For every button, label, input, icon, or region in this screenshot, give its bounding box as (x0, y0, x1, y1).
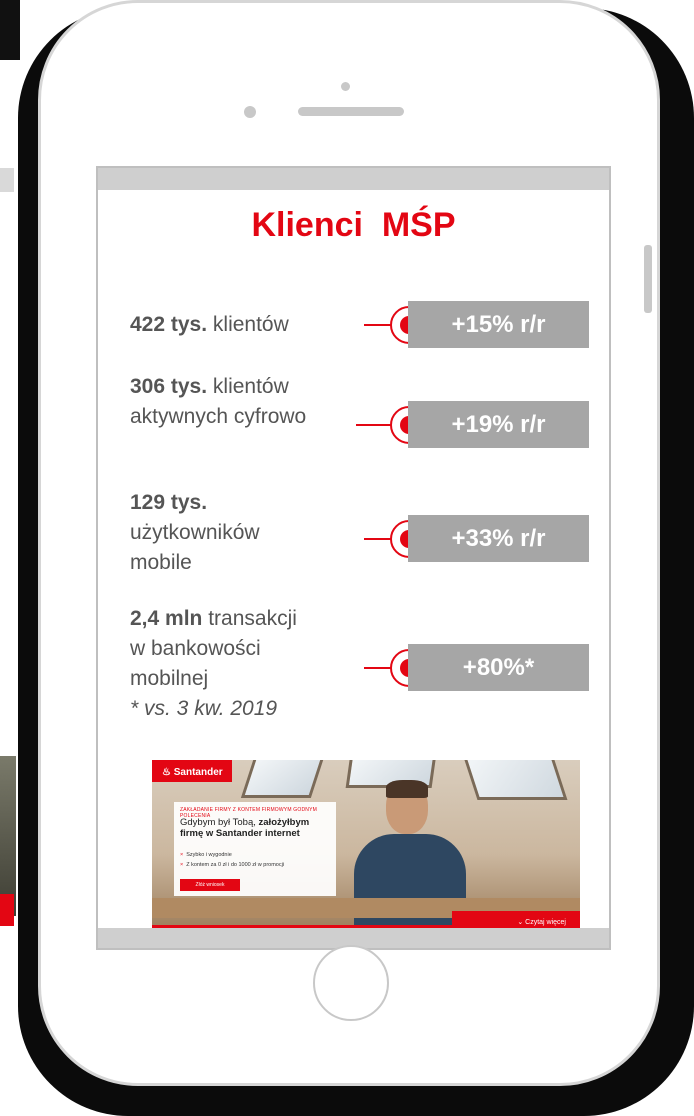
stat-mobile-users: 129 tys. użytkowników mobile (130, 488, 260, 578)
ad-headline-regular: Gdybym był Tobą, (180, 817, 259, 828)
stat-mobile-change: +33% r/r (451, 525, 546, 552)
background-fragment-top (0, 0, 20, 60)
flame-icon: ♨ (162, 767, 171, 778)
stat-mobile-value: 129 tys. (130, 491, 208, 514)
ad-read-more-text: Czytaj więcej (525, 919, 566, 926)
page-title: Klienci MŚP (251, 206, 456, 244)
bullet-x-icon: × (180, 862, 184, 868)
stat-clients-value: 422 tys. (130, 313, 208, 336)
stat-clients-label: klientów (207, 313, 289, 336)
ad-photo-hair (386, 780, 428, 798)
stat-digital-change: +19% r/r (451, 411, 546, 438)
ad-headline: Gdybym był Tobą, założyłbym firmę w Santa… (180, 817, 336, 839)
side-button[interactable] (644, 245, 652, 313)
ad-skylight-left (240, 760, 326, 798)
stat-transactions-label-3: mobilnej (130, 667, 209, 690)
home-button[interactable] (313, 945, 389, 1021)
chevron-down-icon: ⌄ (517, 919, 524, 926)
ad-brand-name: Santander (173, 767, 223, 778)
proximity-sensor (244, 106, 256, 118)
stat-digital-value: 306 tys. (130, 375, 208, 398)
ad-apply-button[interactable]: Złóż wniosek (180, 879, 240, 891)
phone-screen: Klienci MŚP 422 tys. klientów +15% r/r 3… (96, 166, 611, 950)
ad-bullet-2: × Z kontem za 0 zł i do 1000 zł w promocj… (180, 862, 284, 868)
stat-transactions-connector (364, 667, 392, 669)
ad-bullet-2-text: Z kontem za 0 zł i do 1000 zł w promocji (186, 862, 285, 868)
stat-digital-label-1: klientów (207, 375, 289, 398)
stat-mobile-transactions: 2,4 mln transakcji w bankowości mobilnej… (130, 604, 297, 724)
stat-digital-change-badge: +19% r/r (408, 401, 589, 448)
stat-transactions-change: +80%* (462, 654, 535, 681)
stat-transactions-label-2: w bankowości (130, 637, 261, 660)
stat-clients-change-badge: +15% r/r (408, 301, 589, 348)
background-fragment-red (0, 894, 14, 926)
ad-bullet-1: × Szybko i wygodnie (180, 852, 232, 858)
bullet-x-icon: × (180, 852, 184, 858)
stat-digital-label-2: aktywnych cyfrowo (130, 405, 307, 428)
stat-transactions-label-1: transakcji (202, 607, 297, 630)
stat-clients: 422 tys. klientów (130, 310, 289, 340)
stat-digital-connector (356, 424, 392, 426)
santander-logo: ♨ Santander (162, 767, 223, 778)
stat-digital-clients: 306 tys. klientów aktywnych cyfrowo (130, 372, 306, 432)
stat-mobile-label-2: mobile (130, 551, 192, 574)
stat-mobile-connector (364, 538, 392, 540)
earpiece-speaker (298, 107, 404, 116)
ad-read-more-link[interactable]: ⌄ Czytaj więcej (517, 918, 566, 926)
santander-ad-banner[interactable]: ♨ Santander ZAKŁADANIE FIRMY Z KONTEM FI… (152, 760, 580, 931)
stat-clients-connector (364, 324, 392, 326)
stat-clients-change: +15% r/r (451, 311, 546, 338)
ad-skylight-right (462, 760, 568, 800)
stat-mobile-label-1: użytkowników (130, 521, 260, 544)
stat-transactions-value: 2,4 mln (130, 607, 203, 630)
status-bar (98, 168, 609, 190)
stat-transactions-change-badge: +80%* (408, 644, 589, 691)
ad-text-panel: ZAKŁADANIE FIRMY Z KONTEM FIRMOWYM GODNY… (174, 802, 336, 896)
front-camera (341, 82, 350, 91)
stat-transactions-footnote: * vs. 3 kw. 2019 (130, 697, 278, 720)
background-fragment-photo (0, 756, 16, 916)
ad-bullet-1-text: Szybko i wygodnie (186, 852, 232, 858)
stat-mobile-change-badge: +33% r/r (408, 515, 589, 562)
background-fragment-mid (0, 168, 14, 192)
ad-headline-bold-1: założyłbym (258, 817, 310, 828)
ad-headline-bold-2: firmę w Santander internet (180, 828, 300, 839)
